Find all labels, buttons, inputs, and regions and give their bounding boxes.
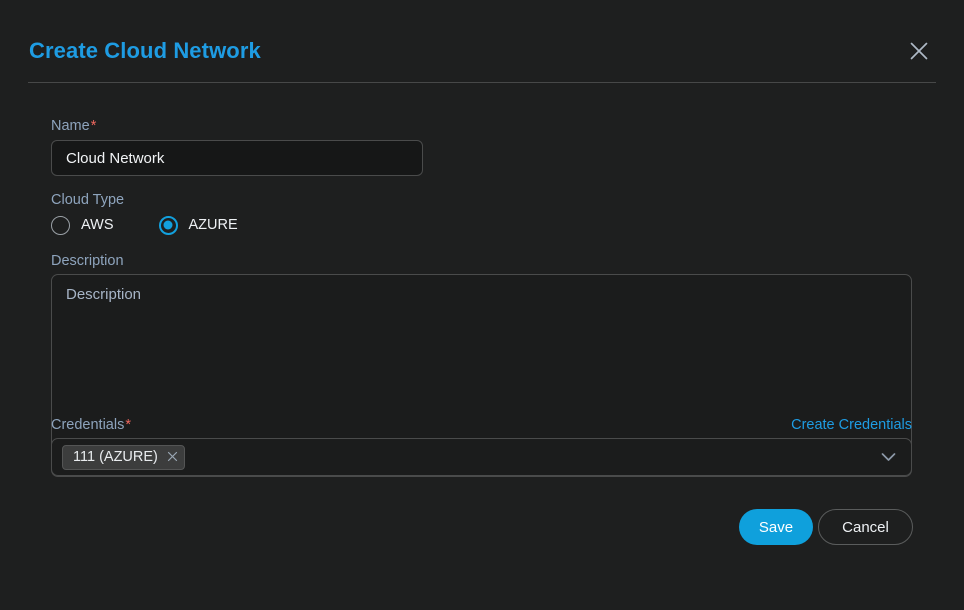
description-label: Description: [51, 251, 124, 271]
cloud-type-radio-group: AWS AZURE: [51, 213, 238, 237]
create-cloud-network-dialog: Create Cloud Network Name* Cloud Type AW…: [0, 0, 964, 610]
close-icon: [908, 40, 930, 62]
cloud-type-label-text: Cloud Type: [51, 192, 125, 208]
name-label-text: Name: [51, 118, 90, 134]
radio-option-azure[interactable]: AZURE: [158, 213, 238, 237]
page-title: Create Cloud Network: [29, 38, 261, 63]
dialog-header: Create Cloud Network: [0, 0, 964, 83]
cancel-button[interactable]: Cancel: [818, 509, 913, 545]
close-button[interactable]: [903, 36, 935, 66]
name-required-marker: *: [90, 118, 97, 134]
dialog-footer: Save Cancel: [0, 426, 964, 545]
radio-option-aws[interactable]: AWS: [51, 213, 114, 237]
name-input[interactable]: [51, 140, 423, 176]
description-label-text: Description: [51, 253, 124, 269]
radio-label-aws: AWS: [81, 217, 114, 233]
radio-unchecked-icon: [51, 215, 70, 235]
radio-checked-icon: [158, 215, 178, 235]
cloud-type-label: Cloud Type: [51, 190, 124, 210]
name-label: Name*: [51, 116, 96, 136]
radio-label-azure: AZURE: [188, 217, 238, 233]
save-button[interactable]: Save: [739, 509, 813, 545]
header-divider: [28, 82, 936, 83]
